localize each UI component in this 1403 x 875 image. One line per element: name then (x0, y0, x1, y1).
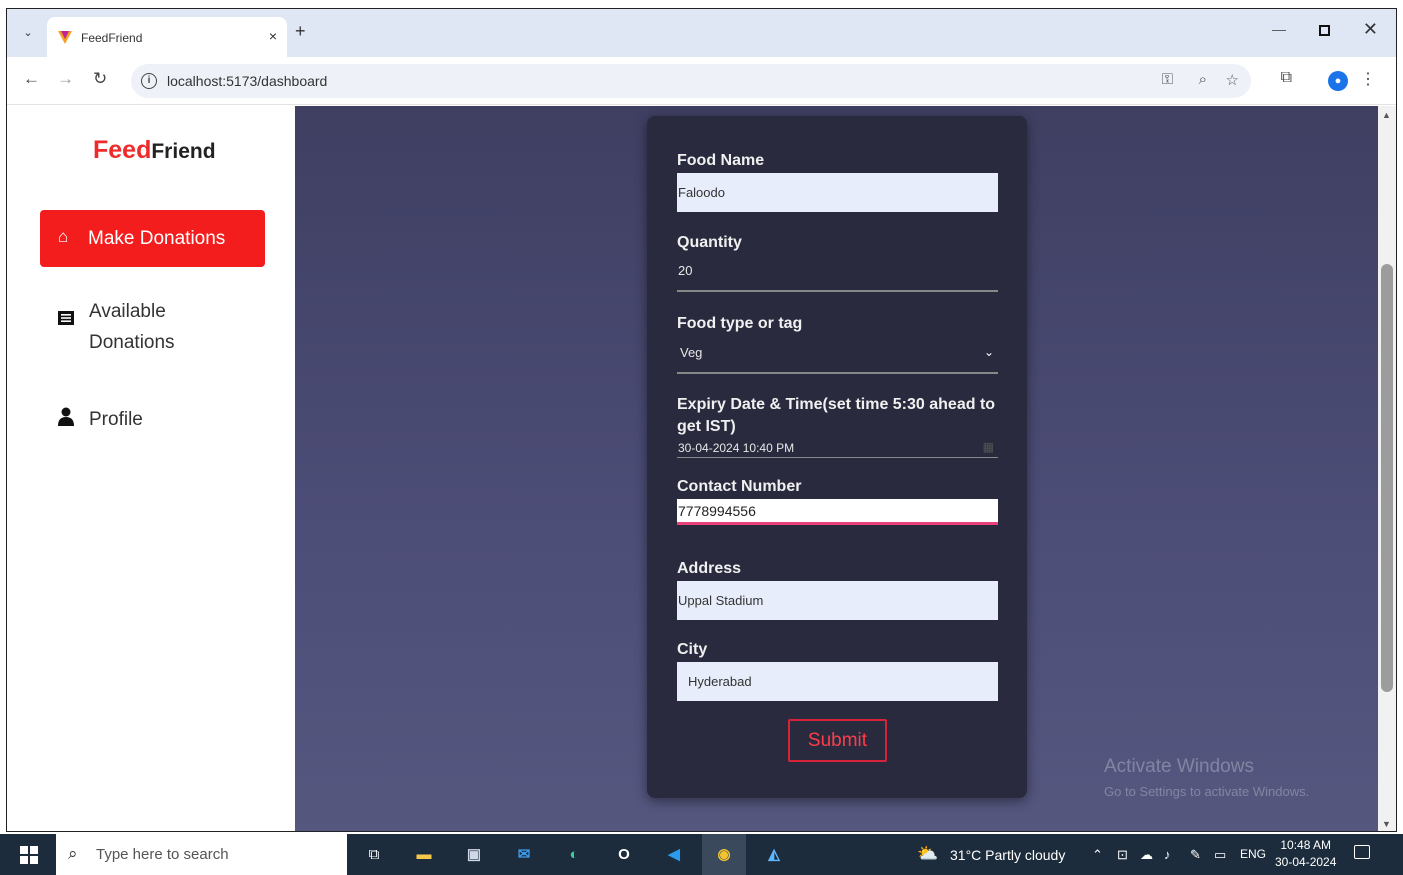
submit-button[interactable]: Submit (788, 719, 887, 762)
tray-cloud-icon[interactable]: ☁ (1140, 847, 1153, 863)
app-logo: FeedFriend (93, 136, 216, 164)
food-type-label: Food type or tag (677, 315, 803, 332)
browser-tab[interactable]: FeedFriend × (47, 17, 287, 57)
screen: ⌄ FeedFriend × + — ✕ ← → ↻ i localhost:5… (0, 0, 1403, 875)
weather-cloud-icon[interactable]: ⛅ (917, 844, 938, 864)
address-input[interactable]: Uppal Stadium (677, 581, 998, 620)
extensions-icon[interactable]: ⧉ (1281, 69, 1292, 87)
sidebar-item-label: Make Donations (88, 228, 226, 249)
browser-window: ⌄ FeedFriend × + — ✕ ← → ↻ i localhost:5… (6, 8, 1397, 832)
pen-icon[interactable]: ✎ (1190, 847, 1201, 863)
sidebar-item-label: Available Donations (89, 301, 175, 353)
food-type-select[interactable]: Veg ⌄ (677, 345, 998, 374)
address-bar[interactable]: i localhost:5173/dashboard ⚿ ⌕ ☆ (131, 64, 1251, 98)
bookmark-star-icon[interactable]: ☆ (1226, 71, 1239, 89)
quantity-input[interactable]: 20 (677, 263, 998, 292)
battery-icon[interactable]: ▭ (1214, 847, 1226, 863)
user-icon (57, 407, 75, 432)
scroll-up-icon[interactable]: ▲ (1382, 110, 1391, 120)
activate-windows-subtitle: Go to Settings to activate Windows. (1104, 784, 1310, 799)
calendar-icon[interactable]: ▦ (983, 440, 994, 454)
home-icon: ⌂ (58, 227, 69, 246)
city-input[interactable]: Hyderabad (677, 662, 998, 701)
tab-title: FeedFriend (81, 31, 143, 45)
food-name-input[interactable]: Faloodo (677, 173, 998, 212)
sidebar-item-make-donations[interactable]: ⌂ Make Donations (40, 210, 265, 267)
menu-kebab-icon[interactable]: ⋮ (1360, 69, 1376, 89)
main-content: Food Name Faloodo Quantity 20 Food type … (295, 106, 1380, 831)
food-name-label: Food Name (677, 152, 765, 169)
new-tab-button[interactable]: + (295, 21, 306, 42)
back-icon[interactable]: ← (23, 69, 40, 89)
vscode-icon[interactable]: ◀ (660, 841, 688, 869)
sidebar-item-label: Profile (89, 409, 143, 430)
search-icon: ⌕ (68, 844, 78, 863)
address-label: Address (677, 560, 742, 577)
chevron-down-icon: ⌄ (983, 345, 994, 359)
profile-avatar-icon[interactable]: ● (1328, 71, 1348, 91)
opera-icon[interactable]: O (610, 841, 638, 869)
restore-icon[interactable] (1319, 25, 1330, 36)
city-label: City (677, 641, 708, 658)
edge-icon[interactable]: ◐ (560, 841, 588, 869)
browser-toolbar: ← → ↻ i localhost:5173/dashboard ⚿ ⌕ ☆ ⧉… (7, 57, 1396, 105)
zoom-icon[interactable]: ⌕ (1199, 71, 1207, 88)
taskbar-clock[interactable]: 10:48 AM 30-04-2024 (1275, 837, 1336, 871)
scroll-thumb[interactable] (1381, 264, 1393, 692)
feedfriend-favicon-icon (57, 29, 73, 50)
expiry-label: Expiry Date & Time(set time 5:30 ahead t… (677, 396, 996, 435)
window-close-icon[interactable]: ✕ (1363, 19, 1378, 40)
site-info-icon[interactable]: i (141, 73, 157, 89)
scroll-down-icon[interactable]: ▼ (1382, 819, 1391, 829)
food-type-selected: Veg (680, 345, 703, 360)
contact-label: Contact Number (677, 478, 802, 495)
page-scrollbar[interactable]: ▲ ▼ (1378, 106, 1396, 831)
chrome-icon[interactable]: ◉ (710, 841, 738, 869)
mail-icon[interactable]: ✉ (510, 841, 538, 869)
forward-icon[interactable]: → (57, 69, 74, 89)
reload-icon[interactable]: ↻ (93, 69, 107, 89)
donation-form-card: Food Name Faloodo Quantity 20 Food type … (647, 116, 1027, 798)
list-icon (57, 309, 75, 332)
clock-date: 30-04-2024 (1275, 855, 1337, 869)
taskbar-search-box[interactable]: ⌕ Type here to search (56, 834, 347, 875)
activate-windows-title: Activate Windows (1104, 756, 1254, 777)
paint-icon[interactable]: ◭ (760, 841, 788, 869)
file-explorer-icon[interactable]: ▬ (410, 841, 438, 869)
volume-icon[interactable]: ♪ (1164, 847, 1171, 862)
clock-time: 10:48 AM (1280, 838, 1332, 852)
tab-close-icon[interactable]: × (269, 28, 277, 44)
tab-strip: ⌄ FeedFriend × + — ✕ (7, 9, 1396, 57)
tray-chevron-icon[interactable]: ⌃ (1092, 847, 1103, 863)
tab-search-icon[interactable]: ⌄ (17, 23, 39, 43)
sidebar: FeedFriend ⌂ Make Donations Available Do… (7, 106, 295, 831)
taskbar-search-placeholder: Type here to search (96, 846, 229, 863)
tray-network-icon[interactable]: ⊡ (1117, 847, 1128, 863)
language-indicator[interactable]: ENG (1240, 847, 1266, 861)
contact-number-input[interactable]: 7778994556 (677, 499, 998, 525)
weather-text[interactable]: 31°C Partly cloudy (950, 847, 1065, 863)
windows-start-icon[interactable] (20, 846, 38, 864)
expiry-datetime-input[interactable]: 30-04-2024 10:40 PM ▦ (677, 440, 998, 458)
windows-taskbar: ⌕ Type here to search ⧉ ▬ ▣ ✉ ◐ O ◀ ◉ ◭ … (0, 834, 1403, 875)
quantity-label: Quantity (677, 234, 742, 251)
url-text[interactable]: localhost:5173/dashboard (167, 73, 327, 89)
store-icon[interactable]: ▣ (460, 841, 488, 869)
password-key-icon[interactable]: ⚿ (1162, 71, 1173, 88)
notification-icon[interactable] (1354, 845, 1370, 859)
minimize-icon[interactable]: — (1272, 21, 1286, 37)
task-view-icon[interactable]: ⧉ (360, 841, 388, 869)
expiry-value: 30-04-2024 10:40 PM (678, 441, 795, 455)
